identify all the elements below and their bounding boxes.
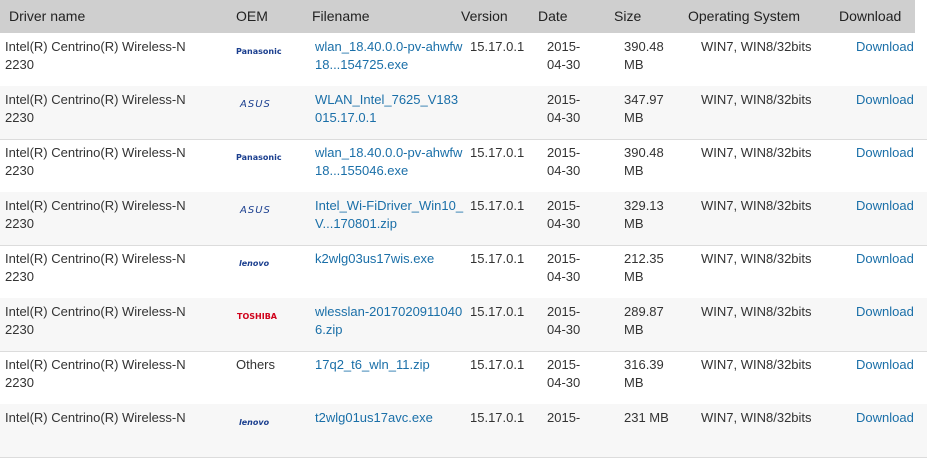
driver-name: Intel(R) Centrino(R) Wireless-N xyxy=(5,410,186,425)
col-header-driver-name: Driver name xyxy=(9,8,86,24)
col-header-size: Size xyxy=(614,8,642,24)
asus-logo: ASUS xyxy=(240,205,271,216)
filename-link[interactable]: t2wlg01us17avc.exe xyxy=(315,409,465,427)
filename-link[interactable]: WLAN_Intel_7625_V183015.17.0.1 xyxy=(315,91,465,127)
download-link[interactable]: Download xyxy=(856,144,926,162)
download-link[interactable]: Download xyxy=(856,303,926,321)
panasonic-logo: Panasonic xyxy=(236,153,282,162)
version: 15.17.0.1 xyxy=(470,145,525,160)
version: 15.17.0.1 xyxy=(470,357,525,372)
operating-system: WIN7, WIN8/32bits xyxy=(701,145,812,160)
date: 2015- xyxy=(547,410,581,425)
download-link[interactable]: Download xyxy=(856,356,926,374)
lenovo-logo: lenovo xyxy=(239,418,270,427)
oem-cell: ASUS xyxy=(236,197,306,220)
driver-name: Intel(R) Centrino(R) Wireless-N 2230 xyxy=(5,198,186,231)
date: 2015-04-30 xyxy=(547,92,581,125)
filename-link[interactable]: k2wlg03us17wis.exe xyxy=(315,250,465,268)
download-link[interactable]: Download xyxy=(856,197,926,215)
size: 212.35 MB xyxy=(624,251,664,284)
download-link[interactable]: Download xyxy=(856,409,926,427)
table-row: Intel(R) Centrino(R) Wireless-N 2230 Pana… xyxy=(0,139,927,193)
date: 2015-04-30 xyxy=(547,357,581,390)
date: 2015-04-30 xyxy=(547,39,581,72)
oem-cell: TOSHIBA xyxy=(236,303,306,326)
date: 2015-04-30 xyxy=(547,198,581,231)
oem-cell: lenovo xyxy=(236,250,306,273)
filename-link[interactable]: wlesslan-20170209110406.zip xyxy=(315,303,465,339)
operating-system: WIN7, WIN8/32bits xyxy=(701,410,812,425)
oem-text: Others xyxy=(236,357,276,372)
asus-logo: ASUS xyxy=(240,99,271,110)
toshiba-logo: TOSHIBA xyxy=(237,312,277,321)
col-header-version: Version xyxy=(461,8,508,24)
date: 2015-04-30 xyxy=(547,304,581,337)
filename-link[interactable]: 17q2_t6_wln_11.zip xyxy=(315,356,465,374)
col-header-filename: Filename xyxy=(312,8,370,24)
driver-name: Intel(R) Centrino(R) Wireless-N 2230 xyxy=(5,145,186,178)
download-link[interactable]: Download xyxy=(856,38,926,56)
size: 390.48 MB xyxy=(624,39,664,72)
col-header-date: Date xyxy=(538,8,568,24)
filename-link[interactable]: wlan_18.40.0.0-pv-ahwfw18...155046.exe xyxy=(315,144,465,180)
table-row: Intel(R) Centrino(R) Wireless-N 2230 ASUS… xyxy=(0,86,927,140)
size: 316.39 MB xyxy=(624,357,664,390)
filename-link[interactable]: wlan_18.40.0.0-pv-ahwfw18...154725.exe xyxy=(315,38,465,74)
driver-name: Intel(R) Centrino(R) Wireless-N 2230 xyxy=(5,357,186,390)
date: 2015-04-30 xyxy=(547,251,581,284)
table-header: Driver name OEM Filename Version Date Si… xyxy=(0,0,915,33)
col-header-oem: OEM xyxy=(236,8,268,24)
version: 15.17.0.1 xyxy=(470,410,525,425)
operating-system: WIN7, WIN8/32bits xyxy=(701,357,812,372)
version: 15.17.0.1 xyxy=(470,251,525,266)
driver-name: Intel(R) Centrino(R) Wireless-N 2230 xyxy=(5,39,186,72)
oem-cell: Others xyxy=(236,356,306,374)
size: 347.97 MB xyxy=(624,92,664,125)
table-row: Intel(R) Centrino(R) Wireless-N 2230 ASUS… xyxy=(0,192,927,246)
oem-cell: ASUS xyxy=(236,91,306,114)
version: 15.17.0.1 xyxy=(470,304,525,319)
operating-system: WIN7, WIN8/32bits xyxy=(701,198,812,213)
driver-name: Intel(R) Centrino(R) Wireless-N 2230 xyxy=(5,251,186,284)
operating-system: WIN7, WIN8/32bits xyxy=(701,39,812,54)
table-row: Intel(R) Centrino(R) Wireless-N 2230 Othe… xyxy=(0,351,927,405)
size: 390.48 MB xyxy=(624,145,664,178)
size: 329.13 MB xyxy=(624,198,664,231)
table-row: Intel(R) Centrino(R) Wireless-N 2230 TOSH… xyxy=(0,298,927,352)
date: 2015-04-30 xyxy=(547,145,581,178)
driver-name: Intel(R) Centrino(R) Wireless-N 2230 xyxy=(5,92,186,125)
lenovo-logo: lenovo xyxy=(239,259,270,268)
filename-link[interactable]: Intel_Wi-FiDriver_Win10_V...170801.zip xyxy=(315,197,465,233)
operating-system: WIN7, WIN8/32bits xyxy=(701,92,812,107)
operating-system: WIN7, WIN8/32bits xyxy=(701,304,812,319)
version: 15.17.0.1 xyxy=(470,39,525,54)
version: 15.17.0.1 xyxy=(470,198,525,213)
panasonic-logo: Panasonic xyxy=(236,47,282,56)
operating-system: WIN7, WIN8/32bits xyxy=(701,251,812,266)
download-link[interactable]: Download xyxy=(856,250,926,268)
download-link[interactable]: Download xyxy=(856,91,926,109)
col-header-os: Operating System xyxy=(688,8,801,24)
size: 231 MB xyxy=(624,410,669,425)
size: 289.87 MB xyxy=(624,304,664,337)
table-row: Intel(R) Centrino(R) Wireless-N 2230 leno… xyxy=(0,245,927,299)
oem-cell: Panasonic xyxy=(236,144,306,167)
oem-cell: Panasonic xyxy=(236,38,306,61)
table-row: Intel(R) Centrino(R) Wireless-N 2230 Pana… xyxy=(0,33,927,87)
oem-cell: lenovo xyxy=(236,409,306,432)
col-header-download: Download xyxy=(839,8,902,24)
table-row: Intel(R) Centrino(R) Wireless-N lenovo t2w… xyxy=(0,404,927,458)
driver-name: Intel(R) Centrino(R) Wireless-N 2230 xyxy=(5,304,186,337)
